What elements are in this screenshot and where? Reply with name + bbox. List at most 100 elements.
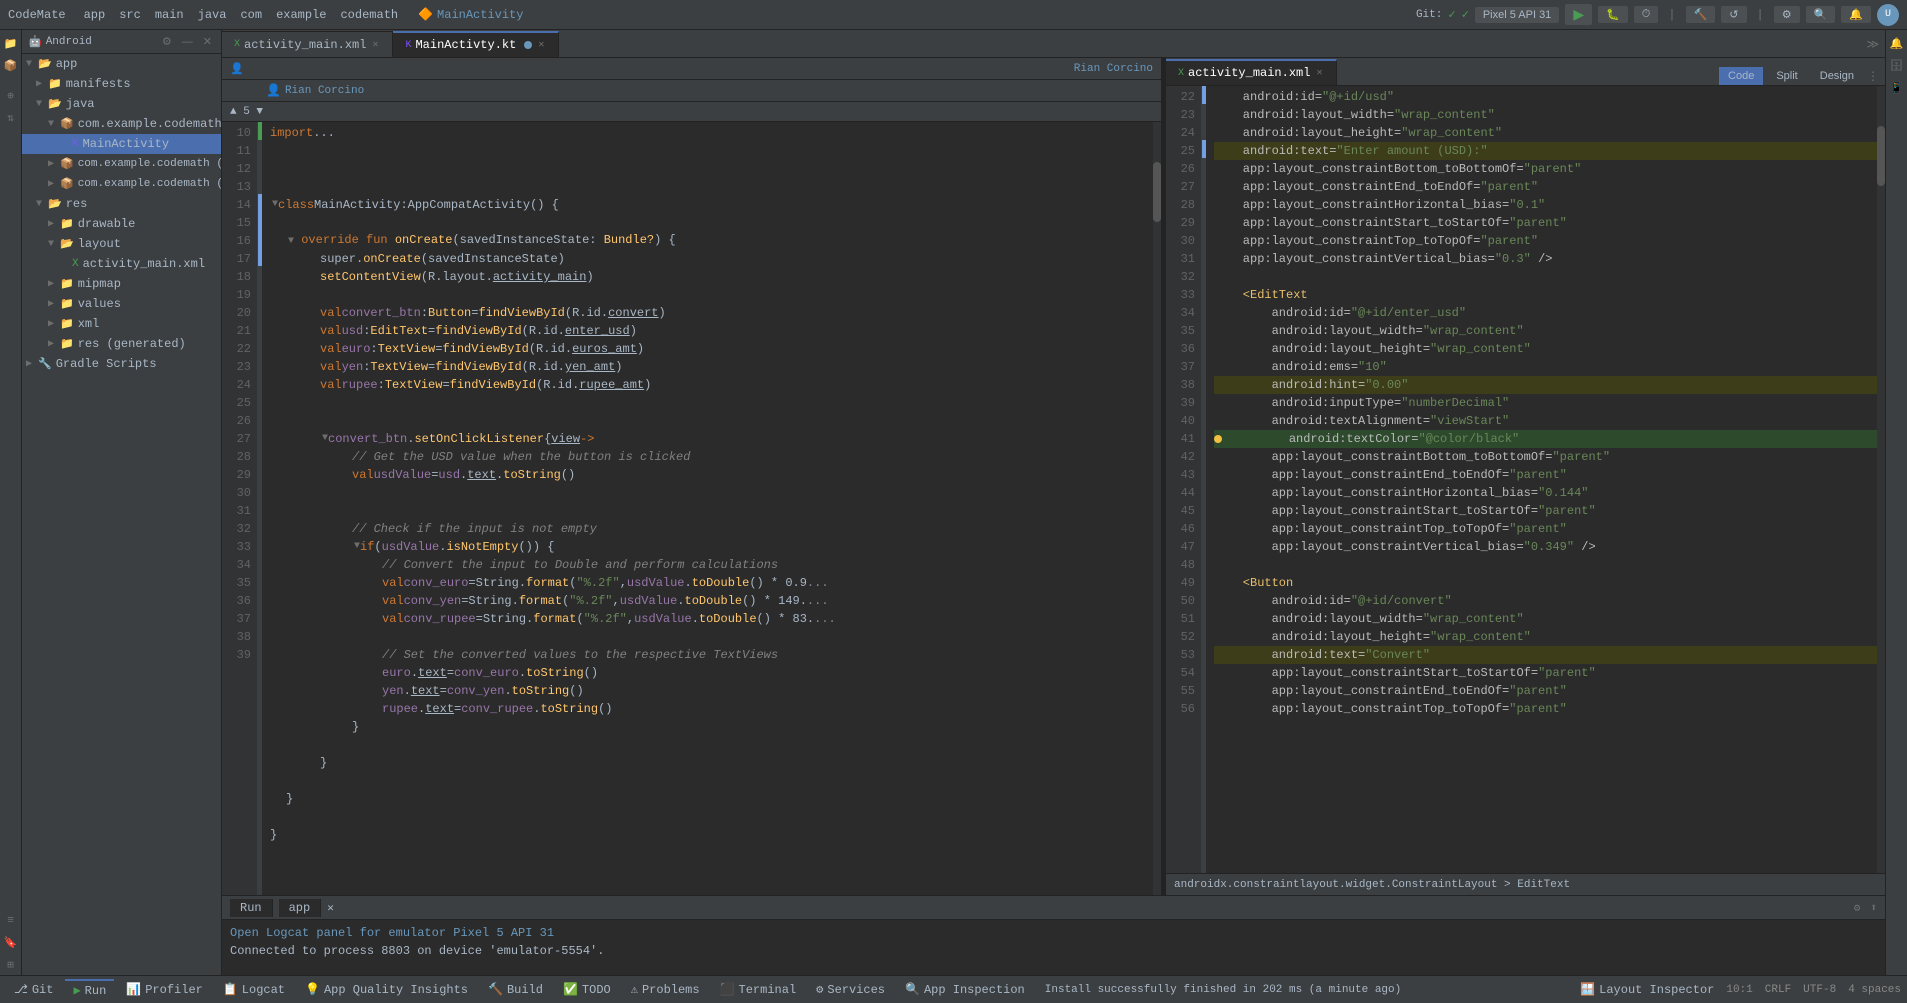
quality-label: App Quality Insights xyxy=(324,983,468,997)
run-button[interactable]: ▶ xyxy=(1565,4,1592,25)
tree-item-package2[interactable]: ▶ 📦 com.example.codemath (and... xyxy=(22,154,221,174)
build-button[interactable]: 🔨 xyxy=(1686,6,1716,23)
tree-item-drawable[interactable]: ▶ 📁 drawable xyxy=(22,214,221,234)
bottom-tab-build[interactable]: 🔨 Build xyxy=(480,980,551,999)
settings-button[interactable]: ⚙ xyxy=(1774,6,1800,23)
database-icon[interactable]: 🗄 xyxy=(1887,56,1907,76)
menu-src[interactable]: src xyxy=(113,6,147,24)
avatar[interactable]: U xyxy=(1877,4,1899,26)
menu-codemath[interactable]: codemath xyxy=(334,6,404,24)
tree-item-app[interactable]: ▼ 📂 app xyxy=(22,54,221,74)
build-variants-icon[interactable]: ⊞ xyxy=(1,955,21,975)
tree-item-res[interactable]: ▼ 📂 res xyxy=(22,194,221,214)
xml-tab-close[interactable]: ✕ xyxy=(1314,66,1324,80)
active-file-label: 🔶 xyxy=(418,7,433,22)
bottom-tab-run[interactable]: ▶ Run xyxy=(65,979,114,1000)
tab-close-btn[interactable]: ✕ xyxy=(370,38,380,52)
bottom-tab-quality[interactable]: 💡 App Quality Insights xyxy=(297,980,476,999)
profile-button[interactable]: ⏱ xyxy=(1634,6,1659,23)
bottom-tab-logcat[interactable]: 📋 Logcat xyxy=(215,980,293,999)
package-icon: 📦 xyxy=(60,157,74,171)
notifications-button[interactable]: 🔔 xyxy=(1841,6,1871,23)
bottom-tab-terminal[interactable]: ⬛ Terminal xyxy=(712,980,805,999)
app-tab[interactable]: app xyxy=(279,899,322,917)
xml-menu-btn[interactable]: ⋮ xyxy=(1867,69,1879,84)
kt-code-lines[interactable]: import ... ▼ class MainActivity : AppCom… xyxy=(262,122,1153,895)
xml-line: app:layout_constraintVertical_bias="0.3"… xyxy=(1214,250,1877,268)
tab-mainactivity-kt[interactable]: K MainActivty.kt ✕ xyxy=(393,31,559,57)
scrollbar-thumb[interactable] xyxy=(1153,162,1161,222)
tree-item-mipmap[interactable]: ▶ 📁 mipmap xyxy=(22,274,221,294)
run-settings-icon[interactable]: ⚙ xyxy=(1854,901,1861,915)
resource-manager-icon[interactable]: 📦 xyxy=(1,56,21,76)
bottom-tab-services[interactable]: ⚙ Services xyxy=(808,980,893,999)
panel-collapse-btn[interactable]: — xyxy=(179,34,196,49)
tab-close-btn[interactable]: ✕ xyxy=(536,38,546,52)
xml-scrollbar[interactable] xyxy=(1877,86,1885,873)
menu-com[interactable]: com xyxy=(234,6,268,24)
tree-item-xml-folder[interactable]: ▶ 📁 xml xyxy=(22,314,221,334)
kt-editor-content[interactable]: 10111213 14151617 18192021 22232425 2627… xyxy=(222,122,1161,895)
bottom-tab-profiler[interactable]: 📊 Profiler xyxy=(118,980,211,999)
bottom-tab-inspection[interactable]: 🔍 App Inspection xyxy=(897,980,1033,999)
bottom-tab-layout-inspector[interactable]: 🪟 Layout Inspector xyxy=(1572,980,1722,999)
tree-item-layout[interactable]: ▼ 📂 layout xyxy=(22,234,221,254)
tree-item-package3[interactable]: ▶ 📦 com.example.codemath (tes... xyxy=(22,174,221,194)
tree-item-mainactivity[interactable]: K MainActivity xyxy=(22,134,221,154)
menu-java[interactable]: java xyxy=(192,6,233,24)
expand-icon: ▶ xyxy=(48,178,60,190)
xml-editor-content[interactable]: 22232425 26272829 30313233 34353637 3839… xyxy=(1166,86,1885,873)
pull-requests-icon[interactable]: ⇅ xyxy=(1,108,21,128)
search-button[interactable]: 🔍 xyxy=(1806,6,1836,23)
divider-2: | xyxy=(1757,8,1764,22)
tree-item-manifests[interactable]: ▶ 📁 manifests xyxy=(22,74,221,94)
expand-icon: ▼ xyxy=(36,199,48,210)
panel-close-btn[interactable]: ✕ xyxy=(200,34,215,49)
bookmarks-icon[interactable]: 🔖 xyxy=(1,933,21,953)
xml-line: android:ems="10" xyxy=(1214,358,1877,376)
project-icon[interactable]: 📁 xyxy=(1,34,21,54)
notifications-icon[interactable]: 🔔 xyxy=(1887,34,1907,54)
xml-line: app:layout_constraintEnd_toEndOf="parent… xyxy=(1214,178,1877,196)
menu-app[interactable]: app xyxy=(78,6,112,24)
xml-code-lines[interactable]: android:id="@+id/usd" android:layout_wid… xyxy=(1206,86,1877,873)
xml-scrollbar-thumb[interactable] xyxy=(1877,126,1885,186)
run-panel-expand-icon[interactable]: ⬆ xyxy=(1870,901,1877,915)
tree-item-values[interactable]: ▶ 📁 values xyxy=(22,294,221,314)
tab-menu-button[interactable]: ≫ xyxy=(1860,31,1885,57)
bottom-tab-todo[interactable]: ✅ TODO xyxy=(555,980,619,999)
tab-activity-xml[interactable]: X activity_main.xml ✕ xyxy=(222,31,393,57)
tree-item-gradle[interactable]: ▶ 🔧 Gradle Scripts xyxy=(22,354,221,374)
xml-line: app:layout_constraintVertical_bias="0.34… xyxy=(1214,538,1877,556)
kt-scrollbar[interactable] xyxy=(1153,122,1161,895)
code-line: // Get the USD value when the button is … xyxy=(270,448,1153,466)
code-line: ▼ if (usdValue.isNotEmpty()) { xyxy=(270,538,1153,556)
xml-line: app:layout_constraintStart_toStartOf="pa… xyxy=(1214,664,1877,682)
tree-item-xml[interactable]: X activity_main.xml xyxy=(22,254,221,274)
split-view-btn[interactable]: Split xyxy=(1767,67,1806,85)
device-manager-icon[interactable]: 📱 xyxy=(1887,78,1907,98)
charset: UTF-8 xyxy=(1803,984,1836,996)
sync-button[interactable]: ↺ xyxy=(1721,6,1746,23)
panel-settings-btn[interactable]: ⚙ xyxy=(159,34,175,49)
tab-xml[interactable]: X activity_main.xml ✕ xyxy=(1166,59,1337,85)
code-view-btn[interactable]: Code xyxy=(1719,67,1763,85)
debug-button[interactable]: 🐛 xyxy=(1598,6,1628,23)
panel-title: Android xyxy=(46,36,92,48)
tree-item-res-generated[interactable]: ▶ 📁 res (generated) xyxy=(22,334,221,354)
menu-main[interactable]: main xyxy=(149,6,190,24)
bottom-tab-problems[interactable]: ⚠ Problems xyxy=(623,980,708,999)
device-selector[interactable]: Pixel 5 API 31 xyxy=(1475,7,1560,23)
tree-label: res xyxy=(66,197,88,211)
kotlin-icon: K xyxy=(72,138,79,150)
design-view-btn[interactable]: Design xyxy=(1811,67,1863,85)
commit-icon[interactable]: ⊕ xyxy=(1,86,21,106)
tree-item-java[interactable]: ▼ 📂 java xyxy=(22,94,221,114)
run-panel-close-btn[interactable]: ✕ xyxy=(327,901,334,915)
structure-icon[interactable]: ≡ xyxy=(1,911,21,931)
git-label: Git xyxy=(32,983,54,997)
bottom-tab-git[interactable]: ⎇ Git xyxy=(6,980,61,999)
menu-example[interactable]: example xyxy=(270,6,332,24)
tree-item-package1[interactable]: ▼ 📦 com.example.codemath xyxy=(22,114,221,134)
run-tab[interactable]: Run xyxy=(230,899,273,917)
